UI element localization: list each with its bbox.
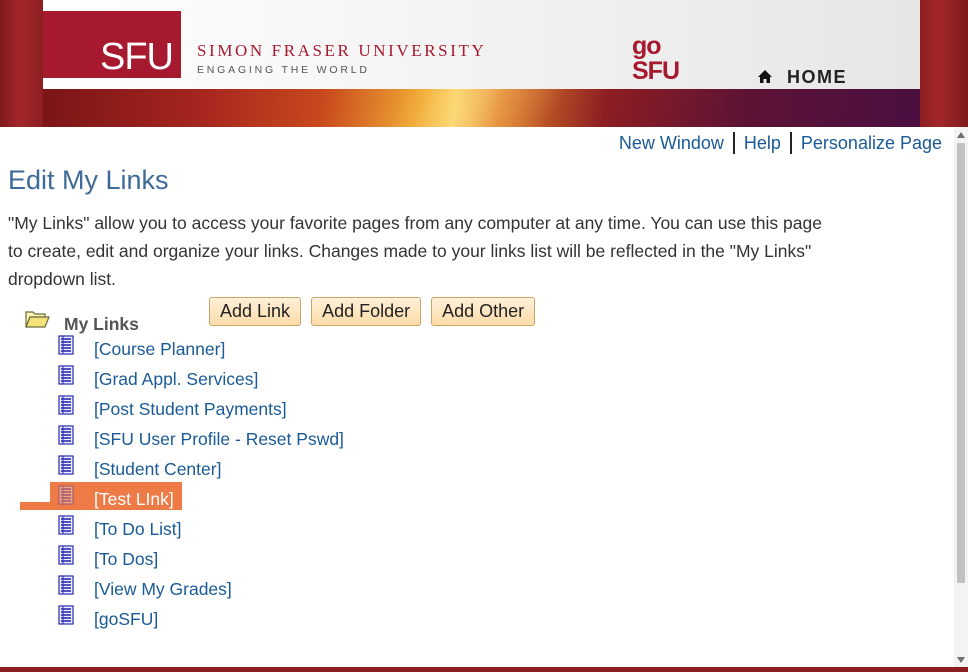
link-item: [SFU User Profile - Reset Pswd] (0, 425, 500, 455)
home-label: HOME (787, 66, 847, 87)
page-icon[interactable] (58, 575, 74, 595)
link-test-link[interactable]: [Test LInk] (94, 489, 174, 510)
page-icon[interactable] (58, 605, 74, 625)
add-other-button[interactable]: Add Other (431, 297, 536, 326)
folder-open-icon[interactable] (24, 308, 50, 330)
link-item: [Post Student Payments] (0, 395, 500, 425)
link-item-highlighted: [Test LInk] (0, 482, 500, 515)
link-item: [Course Planner] (0, 335, 500, 365)
link-post-student-payments[interactable]: [Post Student Payments] (94, 399, 287, 420)
page-icon[interactable] (58, 485, 74, 505)
scroll-up-arrow-icon[interactable] (957, 132, 965, 138)
link-to-do-list[interactable]: [To Do List] (94, 519, 182, 540)
banner-artwork (43, 89, 920, 127)
add-link-button[interactable]: Add Link (209, 297, 302, 326)
page-icon[interactable] (58, 395, 74, 415)
sfu-logo-text: SFU (100, 36, 174, 78)
link-item: [To Dos] (0, 545, 500, 575)
page-title: Edit My Links (8, 165, 169, 195)
link-view-my-grades[interactable]: [View My Grades] (94, 579, 232, 600)
my-links-root-folder[interactable]: My Links (24, 302, 139, 336)
footer-band (0, 667, 968, 672)
add-folder-button[interactable]: Add Folder (311, 297, 422, 326)
vertical-scrollbar[interactable] (954, 127, 968, 667)
university-name: SIMON FRASER UNIVERSITY (197, 41, 487, 60)
my-links-label: My Links (64, 313, 139, 334)
page-icon[interactable] (58, 545, 74, 565)
new-window-link[interactable]: New Window (619, 133, 724, 154)
toolbar-divider (732, 132, 735, 154)
home-icon (758, 70, 772, 83)
page-icon[interactable] (58, 365, 74, 385)
page-icon[interactable] (58, 425, 74, 445)
link-actions: Add Link Add Folder Add Other (209, 297, 536, 326)
page-toolbar: New Window Help Personalize Page (619, 130, 942, 156)
gosfu-logo-line-2: SFU (632, 57, 680, 85)
gosfu-logo-line-1: go (632, 32, 662, 60)
scrollbar-thumb[interactable] (957, 143, 965, 583)
university-banner: SFU SIMON FRASER UNIVERSITY ENGAGING THE… (43, 0, 920, 127)
university-tagline: ENGAGING THE WORLD (197, 64, 370, 76)
link-item: [goSFU] (0, 605, 500, 635)
link-gosfu[interactable]: [goSFU] (94, 609, 158, 630)
link-grad-appl-services[interactable]: [Grad Appl. Services] (94, 369, 258, 390)
link-item: [Student Center] (0, 455, 500, 485)
sfu-logo[interactable]: SFU (43, 11, 181, 78)
page-description: "My Links" allow you to access your favo… (8, 213, 822, 289)
scroll-down-arrow-icon[interactable] (957, 657, 965, 663)
personalize-page-link[interactable]: Personalize Page (801, 133, 942, 154)
page-icon[interactable] (58, 515, 74, 535)
help-link[interactable]: Help (744, 133, 781, 154)
link-to-dos[interactable]: [To Dos] (94, 549, 158, 570)
link-item: [Grad Appl. Services] (0, 365, 500, 395)
gosfu-logo[interactable]: go SFU (632, 32, 680, 85)
link-item: [To Do List] (0, 515, 500, 545)
home-link[interactable]: HOME (757, 66, 847, 88)
link-student-center[interactable]: [Student Center] (94, 459, 221, 480)
links-list: [Course Planner] [Grad Appl. Services] [… (0, 335, 500, 635)
link-course-planner[interactable]: [Course Planner] (94, 339, 225, 360)
page-icon[interactable] (58, 455, 74, 475)
link-sfu-user-profile[interactable]: [SFU User Profile - Reset Pswd] (94, 429, 344, 450)
toolbar-divider (789, 132, 792, 154)
page-icon[interactable] (58, 335, 74, 355)
link-item: [View My Grades] (0, 575, 500, 605)
